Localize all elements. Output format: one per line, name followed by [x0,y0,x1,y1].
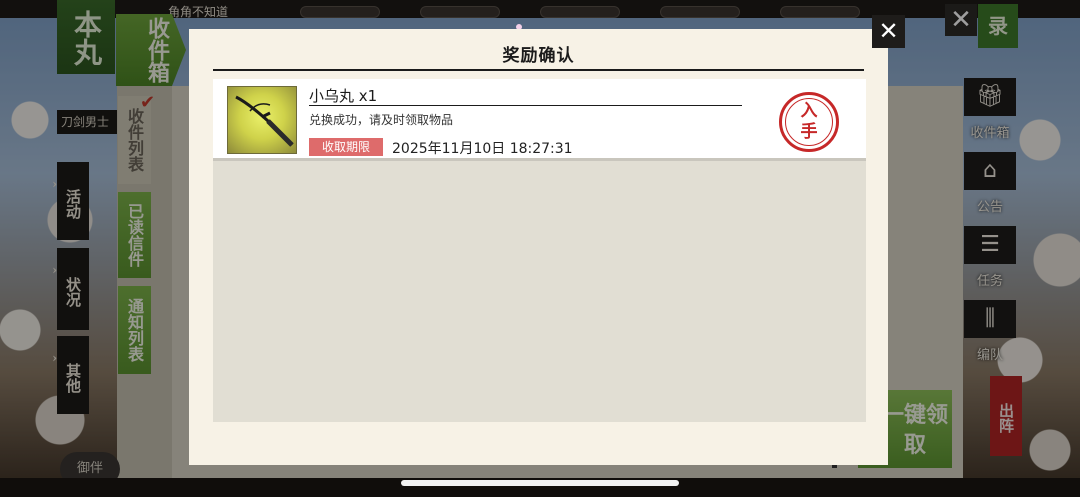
title-divider [213,69,864,71]
list-item: 小乌丸 x1 兑换成功，请及时领取物品 收取期限 2025年11月10日 18:… [213,79,866,161]
home-indicator[interactable] [401,480,679,486]
reward-list: 小乌丸 x1 兑换成功，请及时领取物品 收取期限 2025年11月10日 18:… [213,79,866,422]
item-name: 小乌丸 x1 [309,87,378,105]
katana-icon-graphic [235,95,294,147]
close-icon[interactable]: ✕ [872,15,905,48]
deadline-badge: 收取期限 [309,138,383,156]
reward-confirm-dialog: 奖励确认 小乌丸 x1 兑换成功，请及时领取物品 收取期限 2025年11月10… [189,29,888,465]
item-divider [309,105,742,106]
stamp-label: 入手 [800,101,818,142]
item-description: 兑换成功，请及时领取物品 [309,113,454,127]
dialog-title: 奖励确认 [502,46,575,66]
acquired-stamp: 入手 [779,92,839,152]
katana-icon [227,86,297,154]
deadline-date: 2025年11月10日 18:27:31 [392,141,573,157]
